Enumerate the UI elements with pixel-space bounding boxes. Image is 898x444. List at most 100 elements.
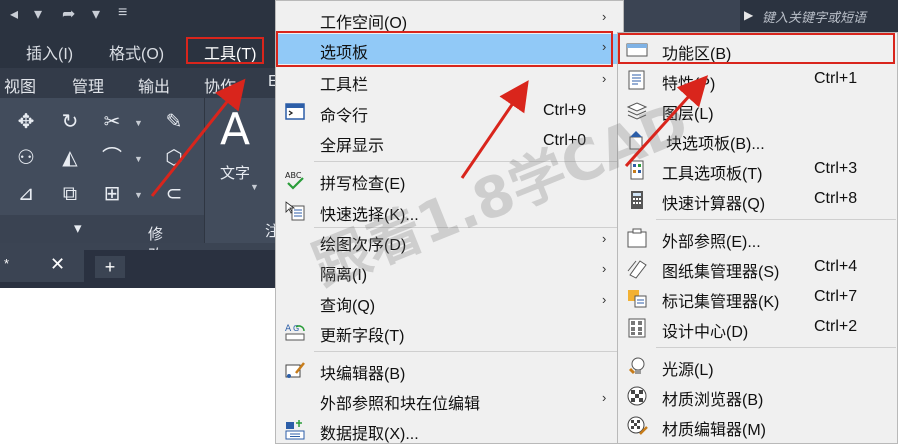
ribbon-tab-view[interactable]: 视图 bbox=[4, 73, 36, 97]
redo-icon[interactable]: ➦ bbox=[62, 4, 75, 24]
submenu-arrow-icon: › bbox=[602, 390, 607, 405]
array-icon[interactable]: ⊞ bbox=[100, 182, 124, 206]
rotate-icon[interactable]: ↻ bbox=[58, 110, 82, 134]
text-tool-icon[interactable]: A bbox=[220, 104, 250, 155]
erase-icon[interactable]: ✎ bbox=[162, 110, 186, 134]
palettes-quick-calc[interactable]: 快速计算器(Q) Ctrl+8 bbox=[618, 185, 897, 215]
palettes-item-highlight-box bbox=[276, 31, 613, 67]
explode-icon[interactable]: ⬡ bbox=[162, 146, 186, 170]
menu-item-label: 外部参照和块在位编辑 bbox=[320, 396, 481, 413]
menu-item-label: 快速计算器(Q) bbox=[662, 196, 766, 213]
palettes-materials-browser[interactable]: 材质浏览器(B) bbox=[618, 381, 897, 411]
materials-editor-icon bbox=[627, 416, 648, 435]
fillet-dropdown-icon[interactable]: ▼ bbox=[134, 154, 143, 164]
submenu-arrow-icon: › bbox=[602, 71, 607, 86]
expand-triangle-icon[interactable]: ▶ bbox=[744, 8, 753, 22]
palettes-materials-editor[interactable]: 材质编辑器(M) bbox=[618, 411, 897, 441]
text-tool-label[interactable]: 文字 bbox=[220, 162, 250, 183]
document-tab-bar: * ✕ + bbox=[0, 250, 275, 288]
menu-item-label: 材质编辑器(M) bbox=[662, 422, 766, 439]
tools-menu-workspace[interactable]: 工作空间(O) › bbox=[276, 4, 623, 34]
ribbon-tab-output[interactable]: 输出 bbox=[138, 73, 170, 97]
sheet-set-icon bbox=[627, 260, 647, 279]
svg-text:ABC: ABC bbox=[285, 171, 302, 180]
redo-dropdown-icon[interactable]: ▾ bbox=[92, 4, 100, 24]
block-editor-icon bbox=[285, 362, 305, 378]
modify-panel-title[interactable]: 修改 ▾ bbox=[0, 215, 204, 264]
trim-icon[interactable]: ✂ bbox=[100, 110, 124, 134]
spellcheck-icon: ABC bbox=[285, 171, 304, 190]
tools-menu-xref-inplace-edit[interactable]: 外部参照和块在位编辑 › bbox=[276, 385, 623, 415]
title-search-area: ▶ 键入关键字或短语 bbox=[740, 0, 898, 32]
move-icon[interactable]: ✥ bbox=[14, 110, 38, 134]
palettes-xref[interactable]: 外部参照(E)... bbox=[618, 223, 897, 253]
palettes-sheet-set-manager[interactable]: 图纸集管理器(S) Ctrl+4 bbox=[618, 253, 897, 283]
close-tab-icon[interactable]: ✕ bbox=[50, 254, 65, 275]
shortcut-label: Ctrl+7 bbox=[814, 288, 858, 305]
submenu-arrow-icon: › bbox=[602, 231, 607, 246]
shortcut-label: Ctrl+8 bbox=[814, 190, 858, 207]
light-bulb-icon bbox=[628, 357, 645, 375]
document-tab-marker: * bbox=[4, 256, 10, 271]
scale-icon[interactable]: ⧉ bbox=[58, 182, 82, 206]
design-center-icon bbox=[628, 318, 646, 338]
stretch-icon[interactable]: ⊿ bbox=[14, 182, 38, 206]
menu-item-label: 外部参照(E)... bbox=[662, 234, 761, 251]
menu-item-label: 工具选项板(T) bbox=[662, 166, 763, 183]
update-fields-icon: AG bbox=[285, 324, 305, 341]
command-line-icon bbox=[285, 103, 305, 120]
palettes-markup-set-manager[interactable]: 标记集管理器(K) Ctrl+7 bbox=[618, 283, 897, 313]
menu-item-label: 光源(L) bbox=[662, 362, 714, 379]
calculator-icon bbox=[631, 191, 643, 209]
new-tab-button[interactable]: + bbox=[95, 256, 125, 278]
menu-format[interactable]: 格式(O) bbox=[109, 40, 164, 64]
submenu-arrow-icon: › bbox=[602, 292, 607, 307]
undo-dropdown-icon[interactable]: ▾ bbox=[34, 4, 42, 24]
workspace-arrow-icon[interactable]: ◂ bbox=[10, 4, 18, 24]
menu-item-label: 块编辑器(B) bbox=[320, 366, 406, 383]
data-extraction-icon bbox=[285, 420, 305, 440]
palettes-lights[interactable]: 光源(L) bbox=[618, 351, 897, 381]
fillet-icon[interactable]: ⌒ bbox=[100, 146, 124, 170]
menu-item-label: 材质浏览器(B) bbox=[662, 392, 764, 409]
customize-qat-icon[interactable]: ≡ bbox=[118, 4, 127, 22]
menu-separator bbox=[314, 351, 621, 352]
shortcut-label: Ctrl+2 bbox=[814, 318, 858, 335]
menu-item-label: 工作空间(O) bbox=[320, 15, 408, 32]
menu-separator bbox=[656, 219, 896, 220]
shortcut-label: Ctrl+3 bbox=[814, 160, 858, 177]
copy-icon[interactable]: ⚇ bbox=[14, 146, 38, 170]
tools-menu-data-extraction[interactable]: 数据提取(X)... bbox=[276, 415, 623, 444]
text-dropdown-icon[interactable]: ▼ bbox=[250, 182, 259, 192]
submenu-arrow-icon: › bbox=[602, 9, 607, 24]
tools-menu-update-fields[interactable]: AG 更新字段(T) bbox=[276, 317, 623, 347]
document-tab[interactable]: * ✕ bbox=[0, 250, 84, 282]
menu-insert[interactable]: 插入(I) bbox=[26, 40, 73, 64]
menu-item-label: 设计中心(D) bbox=[662, 324, 749, 341]
menu-item-label: 图纸集管理器(S) bbox=[662, 264, 780, 281]
menu-item-label: 全屏显示 bbox=[320, 138, 385, 155]
menu-item-label: 工具栏 bbox=[320, 77, 369, 94]
ribbon-tab-manage[interactable]: 管理 bbox=[72, 73, 104, 97]
modify-panel-label: 修改 ▾ bbox=[74, 220, 164, 264]
submenu-arrow-icon: › bbox=[602, 261, 607, 276]
palettes-design-center[interactable]: 设计中心(D) Ctrl+2 bbox=[618, 313, 897, 343]
quick-access-toolbar: ◂ ▾ ➦ ▾ ≡ bbox=[0, 0, 275, 32]
tools-menu-block-editor[interactable]: 块编辑器(B) bbox=[276, 355, 623, 385]
search-box[interactable]: 键入关键字或短语 bbox=[762, 7, 866, 26]
shortcut-label: Ctrl+4 bbox=[814, 258, 858, 275]
tools-menu-highlight-box bbox=[186, 37, 264, 64]
tools-menu-toolbars[interactable]: 工具栏 › bbox=[276, 66, 623, 96]
array-dropdown-icon[interactable]: ▼ bbox=[134, 190, 143, 200]
xref-icon bbox=[627, 228, 647, 248]
menu-item-label: 命令行 bbox=[320, 108, 369, 125]
materials-browser-icon bbox=[627, 386, 647, 406]
ribbon-tab-strip: 视图 管理 输出 协作 E bbox=[0, 68, 279, 98]
trim-dropdown-icon[interactable]: ▼ bbox=[134, 118, 143, 128]
mirror-icon[interactable]: ◭ bbox=[58, 146, 82, 170]
ribbon-tab-collaborate[interactable]: 协作 bbox=[204, 73, 236, 97]
svg-text:A: A bbox=[285, 324, 292, 334]
markup-set-icon bbox=[628, 290, 647, 308]
offset-icon[interactable]: ⊂ bbox=[162, 182, 186, 206]
menu-item-label: 数据提取(X)... bbox=[320, 426, 419, 443]
